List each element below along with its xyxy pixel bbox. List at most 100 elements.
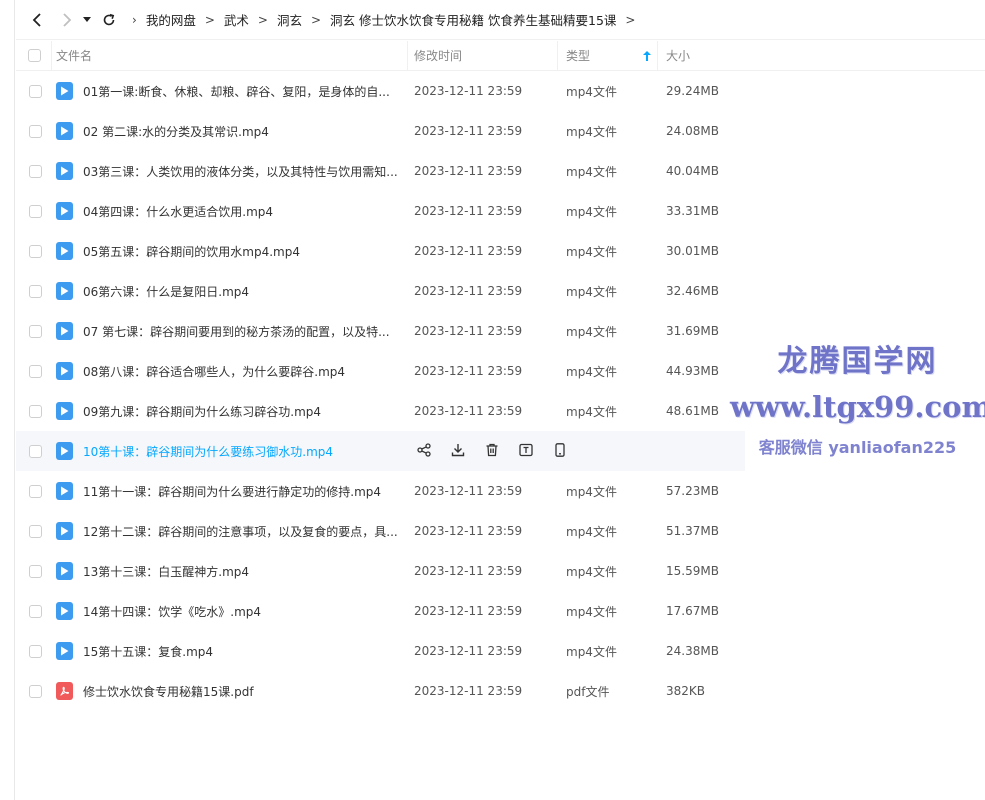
file-name[interactable]: 09第九课：辟谷期间为什么练习辟谷功.mp4 [83, 403, 321, 420]
file-name-cell[interactable]: 05第五课：辟谷期间的饮用水mp4.mp4 [52, 231, 408, 271]
row-checkbox[interactable] [28, 284, 42, 298]
column-header-type[interactable]: 类型 [558, 40, 658, 71]
row-select[interactable] [16, 511, 52, 551]
file-row[interactable]: 修士饮水饮食专用秘籍15课.pdf 2023-12-11 23:59 pdf文件 38… [16, 671, 745, 711]
row-select[interactable] [16, 551, 52, 591]
row-select[interactable] [16, 671, 52, 711]
file-name-cell[interactable]: 03第三课：人类饮用的液体分类，以及其特性与饮用需知... [52, 151, 408, 191]
file-row[interactable]: 13第十三课：白玉醒神方.mp4 2023-12-11 23:59 mp4文件 15.… [16, 551, 745, 591]
row-checkbox[interactable] [28, 404, 42, 418]
row-checkbox[interactable] [28, 444, 42, 458]
share-button[interactable] [416, 442, 432, 459]
row-select[interactable] [16, 191, 52, 231]
file-name[interactable]: 修士饮水饮食专用秘籍15课.pdf [83, 683, 254, 700]
row-select[interactable] [16, 431, 52, 471]
row-checkbox[interactable] [28, 484, 42, 498]
file-row[interactable]: 09第九课：辟谷期间为什么练习辟谷功.mp4 2023-12-11 23:59 mp… [16, 391, 745, 431]
file-name-cell[interactable]: 11第十一课：辟谷期间为什么要进行静定功的修持.mp4 [52, 471, 408, 511]
file-name[interactable]: 15第十五课：复食.mp4 [83, 643, 213, 660]
file-name-cell[interactable]: 02 第二课:水的分类及其常识.mp4 [52, 111, 408, 151]
file-row[interactable]: 14第十四课：饮学《吃水》.mp4 2023-12-11 23:59 mp4文件 17… [16, 591, 745, 631]
file-name-cell[interactable]: 06第六课：什么是复阳日.mp4 [52, 271, 408, 311]
file-name[interactable]: 02 第二课:水的分类及其常识.mp4 [83, 123, 269, 140]
select-all-checkbox[interactable] [28, 49, 41, 62]
breadcrumb-item-dongxuan[interactable]: 洞玄 [277, 10, 302, 29]
file-row[interactable]: 08第八课：辟谷适合哪些人，为什么要辟谷.mp4 2023-12-11 23:59… [16, 351, 745, 391]
row-select[interactable] [16, 311, 52, 351]
file-name-cell[interactable]: 10第十课：辟谷期间为什么要练习御水功.mp4 [52, 431, 408, 471]
file-row[interactable]: 10第十课：辟谷期间为什么要练习御水功.mp4 [16, 431, 745, 471]
file-name-cell[interactable]: 修士饮水饮食专用秘籍15课.pdf [52, 671, 408, 711]
row-select[interactable] [16, 231, 52, 271]
row-checkbox[interactable] [28, 684, 42, 698]
row-checkbox[interactable] [28, 364, 42, 378]
row-select[interactable] [16, 351, 52, 391]
file-name[interactable]: 07 第七课：辟谷期间要用到的秘方茶汤的配置，以及特... [83, 323, 390, 340]
row-checkbox[interactable] [28, 324, 42, 338]
file-name[interactable]: 13第十三课：白玉醒神方.mp4 [83, 563, 249, 580]
column-header-size[interactable]: 大小 [658, 41, 748, 71]
row-checkbox[interactable] [28, 524, 42, 538]
file-name-cell[interactable]: 09第九课：辟谷期间为什么练习辟谷功.mp4 [52, 391, 408, 431]
row-checkbox[interactable] [28, 644, 42, 658]
row-checkbox[interactable] [28, 124, 42, 138]
file-name-cell[interactable]: 15第十五课：复食.mp4 [52, 631, 408, 671]
row-select[interactable] [16, 591, 52, 631]
row-checkbox[interactable] [28, 164, 42, 178]
file-name-cell[interactable]: 07 第七课：辟谷期间要用到的秘方茶汤的配置，以及特... [52, 311, 408, 351]
download-button[interactable] [450, 443, 466, 459]
row-checkbox[interactable] [28, 244, 42, 258]
column-header-time[interactable]: 修改时间 [408, 40, 558, 71]
file-row[interactable]: 03第三课：人类饮用的液体分类，以及其特性与饮用需知... 2023-12-11 … [16, 151, 745, 191]
file-name[interactable]: 08第八课：辟谷适合哪些人，为什么要辟谷.mp4 [83, 363, 345, 380]
file-row[interactable]: 15第十五课：复食.mp4 2023-12-11 23:59 mp4文件 24.38M… [16, 631, 745, 671]
row-checkbox[interactable] [28, 604, 42, 618]
file-name[interactable]: 10第十课：辟谷期间为什么要练习御水功.mp4 [83, 443, 333, 460]
refresh-button[interactable] [96, 7, 122, 33]
file-name[interactable]: 01第一课:断食、休粮、却粮、辟谷、复阳，是身体的自... [83, 83, 390, 100]
delete-button[interactable] [484, 443, 500, 459]
row-checkbox[interactable] [28, 84, 42, 98]
file-name[interactable]: 05第五课：辟谷期间的饮用水mp4.mp4 [83, 243, 300, 260]
column-header-name[interactable]: 文件名 [52, 40, 408, 71]
file-name-cell[interactable]: 13第十三课：白玉醒神方.mp4 [52, 551, 408, 591]
back-button[interactable] [24, 7, 50, 33]
file-row[interactable]: 05第五课：辟谷期间的饮用水mp4.mp4 2023-12-11 23:59 mp4… [16, 231, 745, 271]
file-name-cell[interactable]: 08第八课：辟谷适合哪些人，为什么要辟谷.mp4 [52, 351, 408, 391]
row-select[interactable] [16, 111, 52, 151]
breadcrumb-item-wushu[interactable]: 武术 [224, 10, 249, 29]
file-name[interactable]: 11第十一课：辟谷期间为什么要进行静定功的修持.mp4 [83, 483, 381, 500]
file-name-cell[interactable]: 14第十四课：饮学《吃水》.mp4 [52, 591, 408, 631]
row-select[interactable] [16, 71, 52, 111]
file-row[interactable]: 01第一课:断食、休粮、却粮、辟谷、复阳，是身体的自... 2023-12-11 … [16, 71, 745, 111]
file-row[interactable]: 12第十二课：辟谷期间的注意事项，以及复食的要点，具... 2023-12-11 … [16, 511, 745, 551]
file-name[interactable]: 12第十二课：辟谷期间的注意事项，以及复食的要点，具... [83, 523, 398, 540]
file-name-cell[interactable]: 04第四课：什么水更适合饮用.mp4 [52, 191, 408, 231]
file-row[interactable]: 04第四课：什么水更适合饮用.mp4 2023-12-11 23:59 mp4文件 3… [16, 191, 745, 231]
file-name[interactable]: 14第十四课：饮学《吃水》.mp4 [83, 603, 261, 620]
mobile-button[interactable] [552, 442, 568, 459]
forward-button[interactable] [54, 7, 80, 33]
row-checkbox[interactable] [28, 564, 42, 578]
file-row[interactable]: 11第十一课：辟谷期间为什么要进行静定功的修持.mp4 2023-12-11 23… [16, 471, 745, 511]
history-dropdown-button[interactable] [80, 7, 94, 33]
breadcrumb-item-current[interactable]: 洞玄 修士饮水饮食专用秘籍 饮食养生基础精要15课 [330, 10, 616, 29]
file-row[interactable]: 06第六课：什么是复阳日.mp4 2023-12-11 23:59 mp4文件 32.… [16, 271, 745, 311]
file-name[interactable]: 06第六课：什么是复阳日.mp4 [83, 283, 249, 300]
file-name[interactable]: 03第三课：人类饮用的液体分类，以及其特性与饮用需知... [83, 163, 398, 180]
file-name-cell[interactable]: 01第一课:断食、休粮、却粮、辟谷、复阳，是身体的自... [52, 71, 408, 111]
breadcrumb-item-root[interactable]: 我的网盘 [146, 10, 196, 29]
rename-button[interactable] [518, 443, 534, 459]
row-select[interactable] [16, 151, 52, 191]
row-select[interactable] [16, 471, 52, 511]
watermark-url: www.ltgx99.com [730, 390, 985, 424]
file-name[interactable]: 04第四课：什么水更适合饮用.mp4 [83, 203, 273, 220]
row-select[interactable] [16, 391, 52, 431]
file-row[interactable]: 02 第二课:水的分类及其常识.mp4 2023-12-11 23:59 mp4文件… [16, 111, 745, 151]
row-select[interactable] [16, 631, 52, 671]
header-select-all[interactable] [16, 40, 52, 71]
row-select[interactable] [16, 271, 52, 311]
file-name-cell[interactable]: 12第十二课：辟谷期间的注意事项，以及复食的要点，具... [52, 511, 408, 551]
file-row[interactable]: 07 第七课：辟谷期间要用到的秘方茶汤的配置，以及特... 2023-12-11 … [16, 311, 745, 351]
row-checkbox[interactable] [28, 204, 42, 218]
